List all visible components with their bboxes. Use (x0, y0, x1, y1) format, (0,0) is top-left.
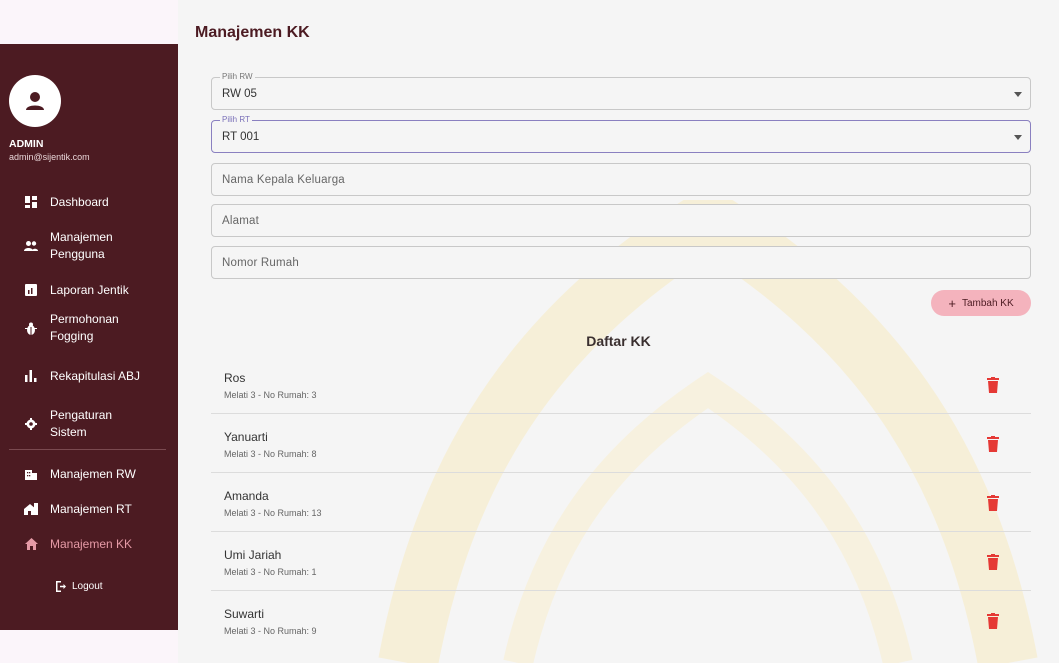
plus-icon: + (948, 295, 956, 311)
kk-detail: Melati 3 - No Rumah: 1 (224, 567, 317, 577)
sidebar: ADMIN admin@sijentik.com Dashboard Manaj… (0, 44, 178, 630)
chevron-down-icon (1014, 92, 1022, 97)
list-item: Ros Melati 3 - No Rumah: 3 (211, 355, 1031, 414)
kk-name: Umi Jariah (224, 548, 282, 562)
alamat-placeholder: Alamat (222, 215, 259, 227)
bar-chart-icon (24, 369, 38, 383)
avatar (9, 75, 61, 127)
sidebar-item-label: Permohonan Fogging (50, 312, 119, 343)
sidebar-item-pengaturan-sistem[interactable]: Pengaturan Sistem (0, 406, 178, 442)
list-item: Amanda Melati 3 - No Rumah: 13 (211, 473, 1031, 532)
rw-select[interactable]: Pilih RW RW 05 (211, 72, 1031, 110)
sidebar-item-label: Manajemen Pengguna (50, 230, 113, 261)
logout-button[interactable]: Logout (55, 581, 103, 592)
delete-icon[interactable] (986, 613, 1000, 629)
building-icon (24, 467, 38, 481)
kk-detail: Melati 3 - No Rumah: 3 (224, 390, 317, 400)
report-icon (24, 283, 38, 297)
rw-select-value: RW 05 (222, 88, 257, 100)
rt-select[interactable]: Pilih RT RT 001 (211, 115, 1031, 153)
delete-icon[interactable] (986, 495, 1000, 511)
sidebar-item-laporan-jentik[interactable]: Laporan Jentik (0, 280, 178, 300)
kk-list: Ros Melati 3 - No Rumah: 3 Yanuarti Mela… (211, 355, 1031, 645)
delete-icon[interactable] (986, 436, 1000, 452)
nomor-rumah-placeholder: Nomor Rumah (222, 257, 299, 269)
list-item: Suwarti Melati 3 - No Rumah: 9 (211, 591, 1031, 645)
sidebar-item-permohonan-fogging[interactable]: Permohonan Fogging (0, 310, 178, 346)
page-title: Manajemen KK (195, 24, 310, 41)
sidebar-item-label: Manajemen KK (50, 536, 133, 551)
kepala-keluarga-input[interactable]: Nama Kepala Keluarga (211, 163, 1031, 196)
dashboard-icon (24, 195, 38, 209)
kk-name: Yanuarti (224, 430, 268, 444)
list-item: Umi Jariah Melati 3 - No Rumah: 1 (211, 532, 1031, 591)
kepala-keluarga-placeholder: Nama Kepala Keluarga (222, 174, 345, 186)
logout-label: Logout (72, 581, 103, 592)
kk-name: Amanda (224, 489, 269, 503)
house-icon (24, 502, 38, 516)
bug-icon (24, 321, 38, 335)
kk-detail: Melati 3 - No Rumah: 13 (224, 508, 322, 518)
delete-icon[interactable] (986, 554, 1000, 570)
sidebar-item-rekapitulasi-abj[interactable]: Rekapitulasi ABJ (0, 358, 178, 394)
sidebar-top-strip (0, 0, 178, 44)
rt-select-label: Pilih RT (220, 115, 252, 124)
delete-icon[interactable] (986, 377, 1000, 393)
sidebar-item-label: Manajemen RW (50, 466, 136, 481)
list-title: Daftar KK (586, 333, 651, 349)
user-email: admin@sijentik.com (9, 152, 90, 162)
sidebar-item-dashboard[interactable]: Dashboard (0, 192, 178, 212)
sidebar-item-manajemen-rt[interactable]: Manajemen RT (0, 499, 178, 519)
sidebar-item-label: Dashboard (50, 194, 109, 209)
sidebar-item-label: Manajemen RT (50, 501, 132, 516)
tambah-kk-button[interactable]: + Tambah KK (931, 290, 1031, 316)
sidebar-item-label: Pengaturan Sistem (50, 408, 113, 439)
kk-name: Suwarti (224, 607, 265, 621)
sidebar-item-label: Laporan Jentik (50, 282, 129, 297)
kk-detail: Melati 3 - No Rumah: 9 (224, 626, 317, 636)
kk-name: Ros (224, 371, 246, 385)
user-name: ADMIN (9, 138, 44, 150)
rw-select-label: Pilih RW (220, 72, 255, 81)
chevron-down-icon (1014, 135, 1022, 140)
logout-icon (56, 581, 66, 592)
tambah-kk-label: Tambah KK (961, 297, 1014, 309)
people-icon (24, 239, 38, 253)
list-item: Yanuarti Melati 3 - No Rumah: 8 (211, 414, 1031, 473)
home-icon (24, 537, 38, 551)
nomor-rumah-input[interactable]: Nomor Rumah (211, 246, 1031, 279)
sidebar-divider (9, 449, 166, 450)
sidebar-bottom-strip (0, 630, 178, 663)
main-content: Manajemen KK Pilih RW RW 05 Pilih RT RT … (178, 0, 1059, 668)
rt-select-value: RT 001 (222, 131, 260, 143)
sidebar-item-manajemen-rw[interactable]: Manajemen RW (0, 464, 178, 484)
sidebar-item-manajemen-kk[interactable]: Manajemen KK (0, 534, 178, 554)
gear-icon (24, 417, 38, 431)
sidebar-item-manajemen-pengguna[interactable]: Manajemen Pengguna (0, 228, 178, 264)
kk-detail: Melati 3 - No Rumah: 8 (224, 449, 317, 459)
sidebar-item-label: Rekapitulasi ABJ (50, 368, 141, 383)
user-icon (26, 92, 44, 110)
alamat-input[interactable]: Alamat (211, 204, 1031, 237)
